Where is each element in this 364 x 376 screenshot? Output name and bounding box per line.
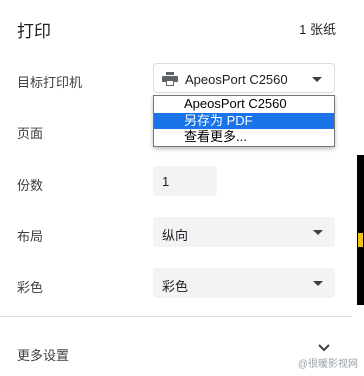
watermark: @很暖影视网 — [297, 359, 358, 370]
copies-label: 份数 — [17, 178, 44, 193]
layout-select[interactable]: 纵向 — [153, 217, 335, 247]
chevron-down-icon[interactable] — [318, 343, 330, 353]
chevron-down-icon — [313, 230, 323, 235]
destination-label: 目标打印机 — [17, 75, 83, 90]
printer-icon — [162, 72, 178, 86]
preview-edge — [357, 155, 364, 305]
dropdown-option-save-pdf[interactable]: 另存为 PDF — [154, 112, 334, 129]
print-dialog: 打印 1 张纸 目标打印机 ApeosPort C2560 ApeosPort … — [0, 0, 364, 376]
destination-dropdown: ApeosPort C2560 另存为 PDF 查看更多... — [153, 95, 335, 147]
color-select[interactable]: 彩色 — [153, 268, 335, 298]
destination-value: ApeosPort C2560 — [185, 72, 288, 87]
color-value: 彩色 — [162, 279, 189, 294]
sheet-count: 1 张纸 — [299, 22, 336, 37]
pages-label: 页面 — [17, 126, 44, 141]
layout-label: 布局 — [17, 229, 44, 244]
color-label: 彩色 — [17, 280, 44, 295]
dialog-title: 打印 — [17, 22, 51, 41]
dropdown-option-see-more[interactable]: 查看更多... — [154, 129, 334, 146]
copies-input[interactable]: 1 — [153, 166, 217, 196]
more-settings-toggle[interactable]: 更多设置 — [17, 345, 69, 364]
chevron-down-icon — [312, 77, 322, 82]
dropdown-option-printer[interactable]: ApeosPort C2560 — [154, 96, 334, 113]
layout-value: 纵向 — [162, 228, 189, 243]
preview-highlight — [358, 233, 363, 247]
chevron-down-icon — [313, 281, 323, 286]
divider — [0, 316, 352, 317]
copies-value: 1 — [162, 174, 170, 189]
destination-select[interactable]: ApeosPort C2560 — [153, 63, 335, 93]
